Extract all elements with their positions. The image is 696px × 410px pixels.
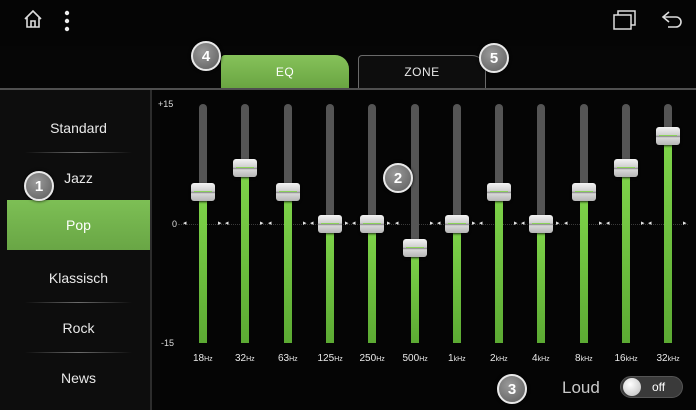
eq-slider-knob[interactable] — [276, 183, 300, 201]
zero-marker: ▸ — [387, 220, 391, 227]
zero-marker: ▸ — [683, 220, 687, 227]
zero-marker: ◂ — [352, 220, 356, 227]
top-bar — [0, 0, 696, 46]
eq-slider-knob[interactable] — [445, 215, 469, 233]
zero-marker: ▸ — [345, 220, 349, 227]
zero-marker: ▸ — [430, 220, 434, 227]
eq-slider-knob[interactable] — [656, 127, 680, 145]
scale-min-label: -15 — [161, 338, 175, 348]
frequency-label: 16kHz — [614, 353, 638, 364]
callout-2: 2 — [383, 163, 413, 193]
zero-marker: ◂ — [521, 220, 525, 227]
frequency-label: 32Hz — [235, 353, 255, 364]
tab-eq[interactable]: EQ — [221, 55, 349, 88]
preset-news[interactable]: News — [7, 355, 150, 401]
callout-4: 4 — [191, 41, 221, 71]
tab-zone-label: ZONE — [404, 65, 440, 79]
frequency-label: 125Hz — [317, 353, 343, 364]
back-icon[interactable] — [660, 9, 684, 36]
eq-level-fill — [368, 224, 376, 343]
zero-marker: ◂ — [225, 220, 229, 227]
preset-label: Klassisch — [48, 270, 109, 286]
zero-marker: ◂ — [183, 220, 187, 227]
eq-level-fill — [537, 224, 545, 343]
zero-marker: ◂ — [395, 220, 399, 227]
zero-marker: ▸ — [641, 220, 645, 227]
scale-max-label: +15 — [158, 99, 174, 109]
frequency-label: 18Hz — [193, 353, 213, 364]
zero-marker: ◂ — [479, 220, 483, 227]
zero-marker: ▸ — [472, 220, 476, 227]
scale-zero-label: 0 — [172, 219, 178, 229]
tab-eq-label: EQ — [275, 64, 295, 79]
frequency-label: 2kHz — [490, 353, 508, 364]
zero-marker: ▸ — [599, 220, 603, 227]
zero-marker: ◂ — [648, 220, 652, 227]
screen: EQ ZONE Standard Jazz Pop Klassisch Rock… — [0, 0, 696, 410]
eq-level-fill — [664, 136, 672, 343]
callout-3: 3 — [497, 374, 527, 404]
eq-slider-knob[interactable] — [529, 215, 553, 233]
preset-label: Jazz — [64, 170, 93, 186]
home-icon[interactable] — [22, 8, 44, 35]
eq-level-fill — [284, 192, 292, 343]
loud-label: Loud — [562, 378, 600, 397]
preset-rock[interactable]: Rock — [7, 305, 150, 353]
zero-marker: ▸ — [556, 220, 560, 227]
eq-level-fill — [326, 224, 334, 343]
loud-state: off — [652, 380, 666, 394]
callout-5: 5 — [479, 43, 509, 73]
eq-slider-knob[interactable] — [360, 215, 384, 233]
eq-level-fill — [199, 192, 207, 343]
eq-slider-knob[interactable] — [318, 215, 342, 233]
frequency-label: 1kHz — [448, 353, 466, 364]
recent-apps-icon[interactable] — [611, 8, 637, 37]
preset-label: Standard — [50, 120, 107, 136]
zero-marker: ◂ — [606, 220, 610, 227]
eq-level-fill — [580, 192, 588, 343]
toggle-knob — [623, 378, 641, 396]
more-vert-icon[interactable] — [62, 9, 72, 38]
zero-marker: ◂ — [437, 220, 441, 227]
eq-level-fill — [495, 192, 503, 343]
callout-1: 1 — [24, 171, 54, 201]
eq-level-fill — [622, 168, 630, 343]
zero-marker: ◂ — [564, 220, 568, 227]
preset-standard[interactable]: Standard — [7, 105, 150, 153]
zero-marker: ▸ — [303, 220, 307, 227]
zero-marker: ◂ — [310, 220, 314, 227]
loud-toggle[interactable]: off — [620, 376, 683, 398]
zero-marker: ◂ — [268, 220, 272, 227]
preset-label: News — [60, 370, 96, 386]
eq-slider-knob[interactable] — [487, 183, 511, 201]
preset-klassisch[interactable]: Klassisch — [7, 255, 150, 303]
frequency-label: 8kHz — [575, 353, 593, 364]
frequency-label: 4kHz — [532, 353, 550, 364]
zero-marker: ▸ — [218, 220, 222, 227]
eq-level-fill — [241, 168, 249, 343]
preset-label: Rock — [62, 320, 95, 336]
eq-level-fill — [411, 248, 419, 343]
eq-slider-knob[interactable] — [572, 183, 596, 201]
eq-slider-knob[interactable] — [403, 239, 427, 257]
eq-level-fill — [453, 224, 461, 343]
frequency-label: 63Hz — [278, 353, 298, 364]
tab-zone[interactable]: ZONE — [358, 55, 486, 88]
zero-marker: ▸ — [514, 220, 518, 227]
eq-slider-knob[interactable] — [191, 183, 215, 201]
zero-marker: ▸ — [260, 220, 264, 227]
eq-slider-knob[interactable] — [233, 159, 257, 177]
frequency-label: 32kHz — [656, 353, 680, 364]
preset-label: Pop — [66, 217, 91, 233]
preset-pop[interactable]: Pop — [7, 200, 150, 250]
frequency-label: 500Hz — [402, 353, 428, 364]
eq-slider-knob[interactable] — [614, 159, 638, 177]
frequency-label: 250Hz — [359, 353, 385, 364]
